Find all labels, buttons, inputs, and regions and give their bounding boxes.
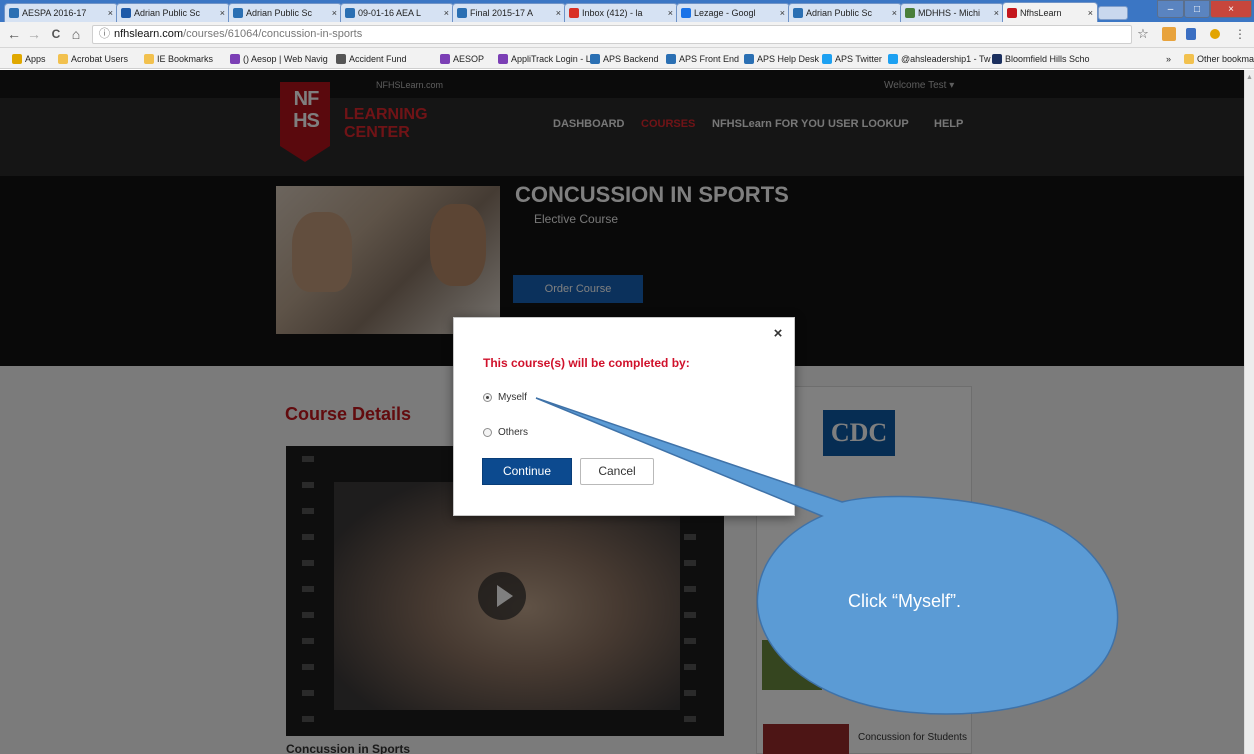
screenshot-root: AESPA 2016-17 × Adrian Public Sc × Adrian Pu… bbox=[0, 0, 1254, 754]
callout-bubble bbox=[535, 397, 1119, 715]
callout-shape bbox=[535, 397, 1119, 715]
callout-text: Click “Myself”. bbox=[848, 591, 961, 611]
